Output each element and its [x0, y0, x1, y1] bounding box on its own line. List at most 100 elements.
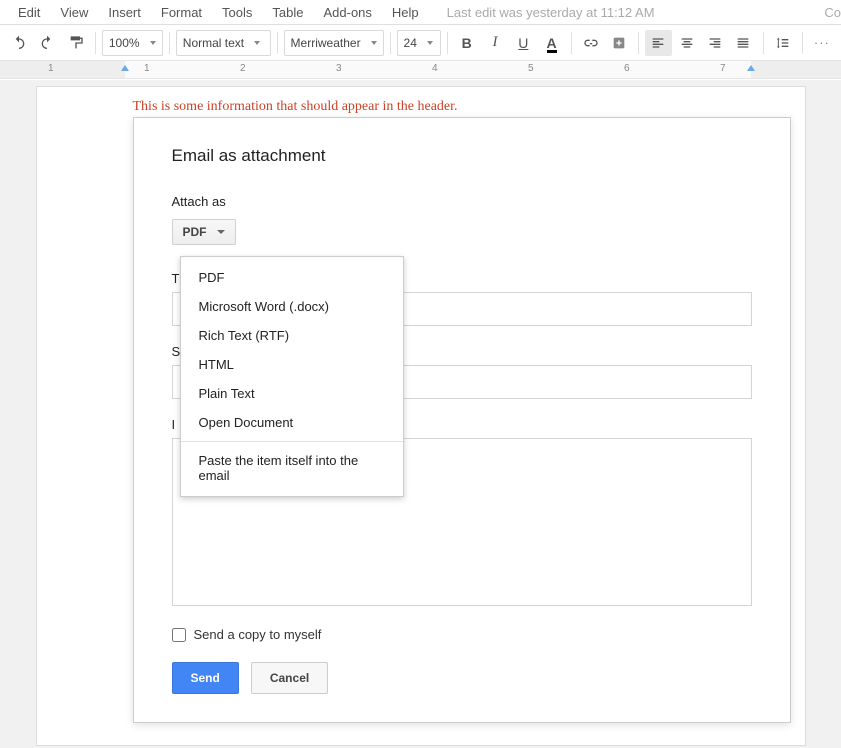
toolbar-separator	[95, 32, 96, 54]
caret-down-icon	[217, 230, 225, 234]
insert-link-button[interactable]	[578, 30, 604, 56]
ruler-tick: 5	[528, 63, 534, 74]
more-toolbar-button[interactable]: ···	[809, 30, 835, 56]
last-edit-status[interactable]: Last edit was yesterday at 11:12 AM	[447, 5, 655, 20]
ruler-left-margin	[0, 61, 125, 78]
text-color-button[interactable]: A	[538, 30, 564, 56]
link-icon	[583, 35, 599, 51]
toolbar-separator	[277, 32, 278, 54]
format-option-odt[interactable]: Open Document	[181, 408, 403, 437]
paint-roller-icon	[68, 35, 84, 51]
email-attachment-dialog: Email as attachment Attach as PDF T S I …	[133, 117, 791, 723]
font-size-select[interactable]: 24	[397, 30, 441, 56]
ruler-tick: 6	[624, 63, 630, 74]
ruler-tick: 4	[432, 63, 438, 74]
comments-button-partial[interactable]: Co	[824, 5, 841, 20]
format-option-docx[interactable]: Microsoft Word (.docx)	[181, 292, 403, 321]
attach-format-select[interactable]: PDF	[172, 219, 236, 245]
insert-comment-button[interactable]	[606, 30, 632, 56]
zoom-select[interactable]: 100%	[102, 30, 163, 56]
toolbar: 100% Normal text Merriweather 24 B I U A	[0, 25, 841, 61]
menu-format[interactable]: Format	[151, 1, 212, 24]
comment-plus-icon	[611, 35, 627, 51]
menu-insert[interactable]: Insert	[98, 1, 151, 24]
indent-marker-left[interactable]	[121, 65, 129, 71]
dialog-title: Email as attachment	[172, 146, 752, 166]
more-icon: ···	[814, 35, 830, 50]
align-left-button[interactable]	[645, 30, 671, 56]
document-header-text[interactable]: This is some information that should app…	[37, 99, 805, 115]
menu-addons[interactable]: Add-ons	[313, 1, 381, 24]
redo-icon	[39, 35, 55, 51]
format-option-html[interactable]: HTML	[181, 350, 403, 379]
caret-down-icon	[150, 41, 156, 45]
paragraph-style-select[interactable]: Normal text	[176, 30, 271, 56]
underline-button[interactable]: U	[510, 30, 536, 56]
bold-button[interactable]: B	[454, 30, 480, 56]
ruler-tick: 1	[48, 63, 54, 74]
undo-icon	[11, 35, 27, 51]
zoom-value: 100%	[109, 36, 140, 50]
italic-button[interactable]: I	[482, 30, 508, 56]
caret-down-icon	[427, 41, 433, 45]
caret-down-icon	[371, 41, 377, 45]
align-justify-button[interactable]	[730, 30, 756, 56]
message-label: I	[172, 417, 176, 432]
ruler-tick: 1	[144, 63, 150, 74]
align-justify-icon	[735, 35, 751, 51]
horizontal-ruler[interactable]: 1 1 2 3 4 5 6 7	[0, 61, 841, 79]
redo-button[interactable]	[34, 30, 60, 56]
toolbar-separator	[802, 32, 803, 54]
format-option-plaintext[interactable]: Plain Text	[181, 379, 403, 408]
align-left-icon	[650, 35, 666, 51]
to-label: T	[172, 271, 180, 286]
paragraph-style-value: Normal text	[183, 36, 244, 50]
align-center-icon	[679, 35, 695, 51]
ruler-tick: 7	[720, 63, 726, 74]
attach-format-value: PDF	[183, 225, 207, 239]
undo-button[interactable]	[6, 30, 32, 56]
align-right-button[interactable]	[702, 30, 728, 56]
menu-table[interactable]: Table	[262, 1, 313, 24]
menu-edit[interactable]: Edit	[8, 1, 50, 24]
document-canvas: This is some information that should app…	[0, 80, 841, 748]
ruler-right-margin	[751, 61, 841, 78]
font-family-select[interactable]: Merriweather	[284, 30, 384, 56]
toolbar-separator	[169, 32, 170, 54]
bold-icon: B	[462, 35, 472, 51]
menu-view[interactable]: View	[50, 1, 98, 24]
send-copy-checkbox[interactable]	[172, 628, 186, 642]
ruler-tick: 3	[336, 63, 342, 74]
format-option-pdf[interactable]: PDF	[181, 263, 403, 292]
toolbar-separator	[447, 32, 448, 54]
send-button[interactable]: Send	[172, 662, 239, 694]
attach-format-dropdown: PDF Microsoft Word (.docx) Rich Text (RT…	[180, 256, 404, 497]
align-center-button[interactable]	[674, 30, 700, 56]
menu-help[interactable]: Help	[382, 1, 429, 24]
caret-down-icon	[254, 41, 260, 45]
dropdown-separator	[181, 441, 403, 442]
paint-format-button[interactable]	[63, 30, 89, 56]
line-spacing-button[interactable]	[769, 30, 795, 56]
cancel-button[interactable]: Cancel	[251, 662, 328, 694]
attach-as-label: Attach as	[172, 194, 752, 209]
font-family-value: Merriweather	[291, 36, 361, 50]
format-option-rtf[interactable]: Rich Text (RTF)	[181, 321, 403, 350]
toolbar-separator	[390, 32, 391, 54]
ruler-tick: 2	[240, 63, 246, 74]
format-option-paste-inline[interactable]: Paste the item itself into the email	[181, 446, 403, 490]
toolbar-separator	[638, 32, 639, 54]
send-copy-label: Send a copy to myself	[194, 627, 322, 642]
toolbar-separator	[571, 32, 572, 54]
underline-icon: U	[518, 35, 528, 51]
italic-icon: I	[492, 34, 497, 51]
menu-tools[interactable]: Tools	[212, 1, 262, 24]
document-page[interactable]: This is some information that should app…	[36, 86, 806, 746]
indent-marker-right[interactable]	[747, 65, 755, 71]
text-color-icon: A	[547, 35, 557, 51]
toolbar-separator	[763, 32, 764, 54]
menu-bar: Edit View Insert Format Tools Table Add-…	[0, 0, 841, 25]
align-right-icon	[707, 35, 723, 51]
line-spacing-icon	[775, 35, 791, 51]
font-size-value: 24	[404, 36, 417, 50]
